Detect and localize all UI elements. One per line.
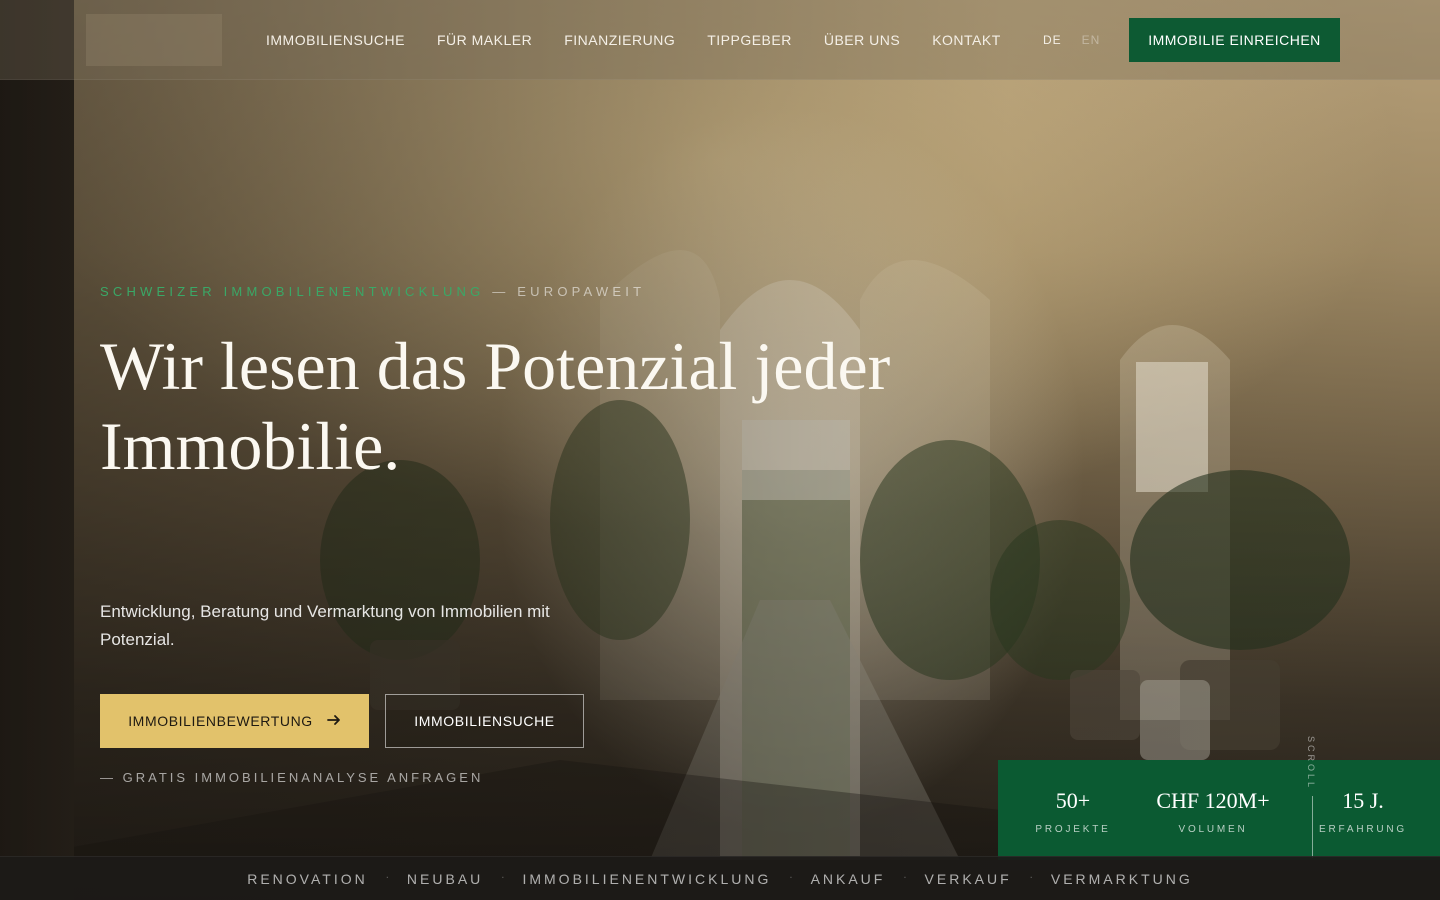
ticker-separator: ·: [1029, 873, 1033, 884]
nav-immobiliensuche[interactable]: IMMOBILIENSUCHE: [266, 32, 405, 48]
nav-finanzierung[interactable]: FINANZIERUNG: [564, 32, 675, 48]
stat-value: 50+: [1055, 788, 1091, 813]
nav-kontakt[interactable]: KONTAKT: [932, 32, 1001, 48]
stat-value: CHF 120M+: [1156, 788, 1270, 813]
lang-de[interactable]: DE: [1043, 33, 1062, 47]
ticker-separator: ·: [789, 873, 793, 884]
stat-projects: 50+ PROJEKTE: [1028, 786, 1118, 835]
scroll-line: [1312, 796, 1313, 858]
property-valuation-button[interactable]: IMMOBILIENBEWERTUNG: [100, 694, 369, 748]
stat-label: ERFAHRUNG: [1319, 824, 1407, 835]
eyebrow-secondary: EUROPAWEIT: [517, 284, 646, 299]
ticker-separator: ·: [385, 873, 389, 884]
services-ticker: RENOVATION · NEUBAU · IMMOBILIENENTWICKL…: [0, 856, 1440, 900]
hero-subtitle: Entwicklung, Beratung und Vermarktung vo…: [100, 602, 550, 649]
scroll-label: SCROLL: [1306, 736, 1316, 791]
nav-fuer-makler[interactable]: FÜR MAKLER: [437, 32, 532, 48]
arrow-right-icon: [326, 713, 341, 730]
submit-property-button[interactable]: IMMOBILIE EINREICHEN: [1129, 18, 1340, 62]
ticker-item: VERMARKTUNG: [1050, 870, 1193, 887]
hero-headline: Wir lesen das Potenzial jeder Immobilie.: [100, 328, 891, 484]
scroll-indicator[interactable]: SCROLL: [1306, 736, 1320, 858]
stat-value: 15 J.: [1342, 788, 1384, 813]
stats-panel: 50+ PROJEKTE CHF 120M+ VOLUMEN 15 J. ERF…: [998, 760, 1440, 860]
ticker-item: VERKAUF: [924, 870, 1012, 887]
ticker-item: RENOVATION: [247, 870, 368, 887]
ticker-item: ANKAUF: [810, 870, 886, 887]
lang-en[interactable]: EN: [1082, 33, 1101, 47]
stat-experience: 15 J. ERFAHRUNG: [1308, 786, 1418, 835]
ticker-item: IMMOBILIENENTWICKLUNG: [522, 870, 772, 887]
site-header: IMMOBILIENSUCHE FÜR MAKLER FINANZIERUNG …: [0, 0, 1440, 80]
stat-label: VOLUMEN: [1178, 824, 1248, 835]
main-nav: IMMOBILIENSUCHE FÜR MAKLER FINANZIERUNG …: [266, 0, 1001, 80]
eyebrow-primary: SCHWEIZER IMMOBILIENENTWICKLUNG: [100, 284, 485, 299]
hero-eyebrow: SCHWEIZER IMMOBILIENENTWICKLUNG — EUROPA…: [100, 284, 645, 299]
property-valuation-label: IMMOBILIENBEWERTUNG: [128, 713, 313, 729]
property-search-button[interactable]: IMMOBILIENSUCHE: [385, 694, 584, 748]
ticker-separator: ·: [903, 873, 907, 884]
eyebrow-separator: —: [484, 284, 518, 299]
ticker-separator: ·: [501, 873, 505, 884]
stat-label: PROJEKTE: [1035, 824, 1111, 835]
language-switcher: DE EN: [1043, 0, 1100, 80]
nav-tippgeber[interactable]: TIPPGEBER: [707, 32, 792, 48]
stat-volume: CHF 120M+ VOLUMEN: [1148, 786, 1278, 835]
logo[interactable]: [86, 14, 222, 66]
ticker-item: NEUBAU: [406, 870, 484, 887]
free-analysis-link[interactable]: — GRATIS IMMOBILIENANALYSE ANFRAGEN: [100, 770, 483, 785]
nav-ueber-uns[interactable]: ÜBER UNS: [824, 32, 900, 48]
